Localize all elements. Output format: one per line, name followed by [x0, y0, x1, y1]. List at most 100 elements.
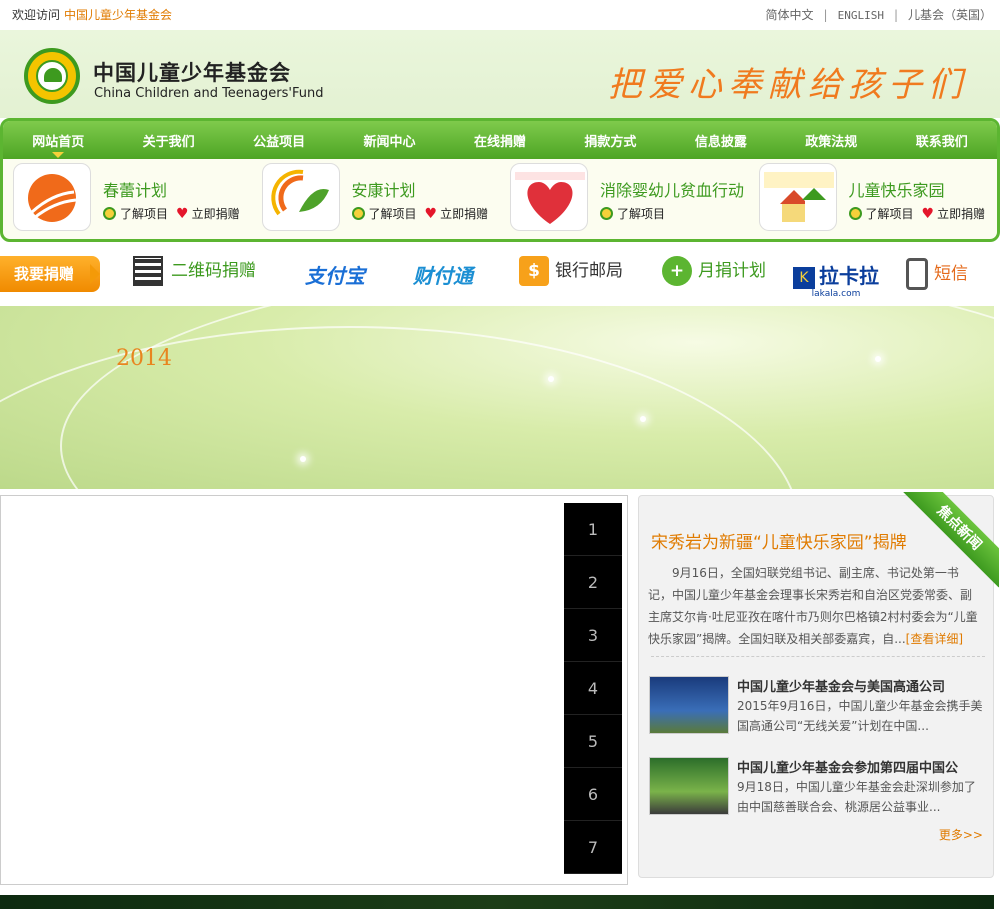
slider-page-7[interactable]: 7: [564, 821, 622, 874]
sparkle: [640, 416, 646, 422]
banner-arc: [60, 306, 994, 489]
news-headline[interactable]: 宋秀岩为新疆“儿童快乐家园”揭牌: [651, 528, 907, 553]
project-anemia: 消除婴幼儿贫血行动 了解项目: [500, 159, 749, 239]
nav-contact[interactable]: 联系我们: [910, 131, 974, 150]
donation-methods-bar: 我要捐赠 二维码捐赠 支付宝 财付通 $ 银行邮局 + 月捐计划 K 拉卡拉 lakal…: [0, 242, 1000, 306]
image-slider[interactable]: 1 2 3 4 5 6 7: [0, 495, 628, 885]
nav-news[interactable]: 新闻中心: [358, 131, 422, 150]
nav-projects[interactable]: 公益项目: [247, 131, 311, 150]
heart-icon: ♥: [921, 206, 935, 222]
sparkle: [875, 356, 881, 362]
lakala-url: lakala.com: [811, 289, 861, 299]
lakala-label: 拉卡拉: [819, 264, 879, 288]
news-thumbnail[interactable]: [649, 757, 729, 815]
magnifier-icon: [600, 207, 613, 220]
learn-project-link[interactable]: 了解项目: [369, 207, 417, 221]
bank-post-link[interactable]: $ 银行邮局: [519, 256, 623, 286]
magnifier-icon: [351, 207, 365, 220]
hero-banner[interactable]: 2014: [0, 306, 994, 489]
news-item: 中国儿童少年基金会参加第四届中国公 9月18日，中国儿童少年基金会赴深圳参加了由…: [649, 757, 989, 819]
magnifier-icon: [103, 207, 116, 220]
anemia-heart-icon: [515, 172, 585, 224]
donate-button[interactable]: 我要捐赠: [0, 256, 100, 292]
monthly-plan-link[interactable]: + 月捐计划: [662, 256, 766, 286]
news-thumbnail[interactable]: [649, 676, 729, 734]
logo-title-en[interactable]: China Children and Teenagers'Fund: [94, 86, 323, 101]
project-happy-home-image[interactable]: [758, 163, 837, 231]
project-links: 了解项目 ♥ 立即捐赠: [103, 205, 240, 222]
more-news-link[interactable]: 更多>>: [939, 826, 983, 843]
welcome-org-link[interactable]: 中国儿童少年基金会: [64, 8, 172, 22]
sms-label: 短信: [934, 264, 968, 284]
slider-page-1[interactable]: 1: [564, 503, 622, 556]
project-links: 了解项目 ♥ 立即捐赠: [351, 205, 488, 222]
bank-icon: $: [519, 256, 549, 286]
slider-page-4[interactable]: 4: [564, 662, 622, 715]
leaf-icon: [44, 68, 62, 82]
slider-pagination: 1 2 3 4 5 6 7: [564, 503, 622, 874]
project-name[interactable]: 消除婴幼儿贫血行动: [600, 177, 744, 201]
project-name[interactable]: 安康计划: [352, 177, 416, 201]
phone-icon: [906, 258, 928, 290]
nav-home[interactable]: 网站首页: [26, 131, 90, 158]
logo-emblem-icon[interactable]: [24, 48, 80, 104]
qr-donate-label: 二维码捐赠: [171, 261, 256, 281]
project-chunlei-image[interactable]: [13, 163, 91, 231]
project-name[interactable]: 儿童快乐家园: [849, 177, 945, 201]
project-links: 了解项目: [600, 205, 665, 222]
news-item-title[interactable]: 中国儿童少年基金会与美国高通公司: [737, 676, 945, 695]
tenpay-logo[interactable]: 财付通: [413, 260, 473, 289]
view-detail-link[interactable]: [查看详细]: [906, 632, 963, 646]
learn-project-link[interactable]: 了解项目: [617, 207, 665, 221]
welcome-text: 欢迎访问 中国儿童少年基金会: [12, 0, 172, 30]
slider-page-6[interactable]: 6: [564, 768, 622, 821]
language-switcher: 简体中文 | ENGLISH | 儿基会（英国）: [766, 0, 992, 31]
slider-page-5[interactable]: 5: [564, 715, 622, 768]
news-item-title[interactable]: 中国儿童少年基金会参加第四届中国公: [737, 757, 958, 776]
monthly-plan-label: 月捐计划: [698, 261, 766, 281]
lakala-logo[interactable]: K 拉卡拉 lakala.com: [793, 260, 879, 299]
ankang-logo-icon: [270, 169, 329, 216]
banner-year: 2014: [116, 346, 172, 371]
lang-english-link[interactable]: ENGLISH: [838, 1, 884, 31]
learn-project-link[interactable]: 了解项目: [120, 207, 168, 221]
sms-donate-link[interactable]: 短信: [906, 258, 968, 290]
lang-uk-link[interactable]: 儿基会（英国）: [908, 0, 992, 30]
nav-disclosure[interactable]: 信息披露: [689, 131, 753, 150]
nav-about[interactable]: 关于我们: [137, 131, 201, 150]
slider-page-3[interactable]: 3: [564, 609, 622, 662]
project-name[interactable]: 春蕾计划: [103, 177, 167, 201]
alipay-logo[interactable]: 支付宝: [305, 260, 365, 289]
project-anemia-image[interactable]: [510, 163, 588, 231]
news-lead: 9月16日，全国妇联党组书记、副主席、书记处第一书记，中国儿童少年基金会理事长宋…: [648, 562, 978, 650]
lang-chinese-link[interactable]: 简体中文: [766, 0, 814, 30]
project-chunlei: 春蕾计划 了解项目 ♥ 立即捐赠: [3, 159, 252, 239]
news-item-desc: 2015年9月16日，中国儿童少年基金会携手美国高通公司“无线关爱”计划在中国.…: [737, 699, 983, 733]
project-links: 了解项目 ♥ 立即捐赠: [848, 205, 985, 222]
slider-page-2[interactable]: 2: [564, 556, 622, 609]
logo-title-cn[interactable]: 中国儿童少年基金会: [93, 57, 291, 87]
divider: |: [893, 8, 898, 22]
learn-project-link[interactable]: 了解项目: [866, 207, 914, 221]
chunlei-logo-icon: [28, 174, 77, 222]
sparkle: [548, 376, 554, 382]
donate-now-link[interactable]: 立即捐赠: [440, 207, 488, 221]
main-nav-panel: 网站首页 关于我们 公益项目 新闻中心 在线捐赠 捐款方式 信息披露 政策法规 …: [0, 118, 1000, 242]
heart-icon: ♥: [176, 206, 189, 222]
donate-now-link[interactable]: 立即捐赠: [192, 207, 240, 221]
nav-policy[interactable]: 政策法规: [799, 131, 863, 150]
lakala-icon: K: [793, 267, 815, 289]
project-list: 春蕾计划 了解项目 ♥ 立即捐赠 安康计划 了解项目 ♥ 立即捐赠 消除婴幼儿贫血行动 …: [3, 159, 997, 239]
nav-donate-methods[interactable]: 捐款方式: [578, 131, 642, 150]
project-happy-home: 儿童快乐家园 了解项目 ♥ 立即捐赠: [749, 159, 998, 239]
sparkle: [300, 456, 306, 462]
footer-strip: [0, 895, 994, 909]
main-nav: 网站首页 关于我们 公益项目 新闻中心 在线捐赠 捐款方式 信息披露 政策法规 …: [3, 121, 997, 159]
heart-icon: ♥: [424, 206, 438, 222]
divider: |: [823, 8, 828, 22]
divider: [651, 656, 985, 657]
nav-online-donate[interactable]: 在线捐赠: [468, 131, 532, 150]
donate-now-link[interactable]: 立即捐赠: [937, 207, 985, 221]
qr-donate-link[interactable]: 二维码捐赠: [133, 256, 256, 286]
project-ankang-image[interactable]: [261, 163, 340, 231]
